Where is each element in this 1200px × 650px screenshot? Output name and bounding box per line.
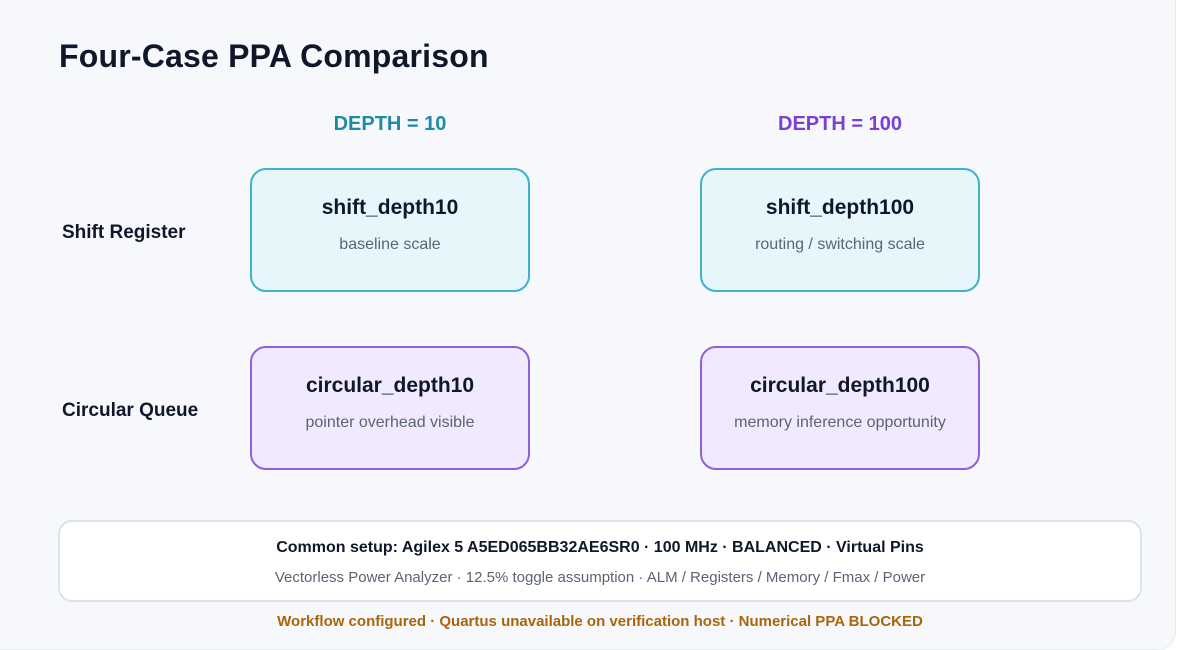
card-circular-depth10: circular_depth10 pointer overhead visibl… [250,346,530,470]
card-description: routing / switching scale [755,236,925,253]
common-setup-box: Common setup: Agilex 5 A5ED065BB32AE6SR0… [58,520,1142,602]
card-title: circular_depth100 [750,374,930,397]
setup-details: Vectorless Power Analyzer · 12.5% toggle… [274,569,926,586]
diagram-panel: Four-Case PPA Comparison DEPTH = 10 DEPT… [0,0,1176,650]
card-title: circular_depth10 [305,374,475,397]
card-description: memory inference opportunity [734,414,946,431]
diagram-title: Four-Case PPA Comparison [59,38,489,74]
setup-summary: Common setup: Agilex 5 A5ED065BB32AE6SR0… [276,539,924,556]
column-header-depth100: DEPTH = 100 [778,113,902,135]
card-description: pointer overhead visible [305,414,475,431]
card-circular-depth100: circular_depth100 memory inference oppor… [700,346,980,470]
row-header-circular-queue: Circular Queue [62,400,199,421]
row-header-shift-register: Shift Register [62,222,186,243]
card-description: baseline scale [339,236,441,253]
column-header-depth10: DEPTH = 10 [333,113,447,135]
card-title: shift_depth100 [765,196,915,219]
workflow-status-note: Workflow configured · Quartus unavailabl… [277,613,923,630]
card-shift-depth100: shift_depth100 routing / switching scale [700,168,980,292]
card-title: shift_depth10 [321,196,459,219]
card-shift-depth10: shift_depth10 baseline scale [250,168,530,292]
